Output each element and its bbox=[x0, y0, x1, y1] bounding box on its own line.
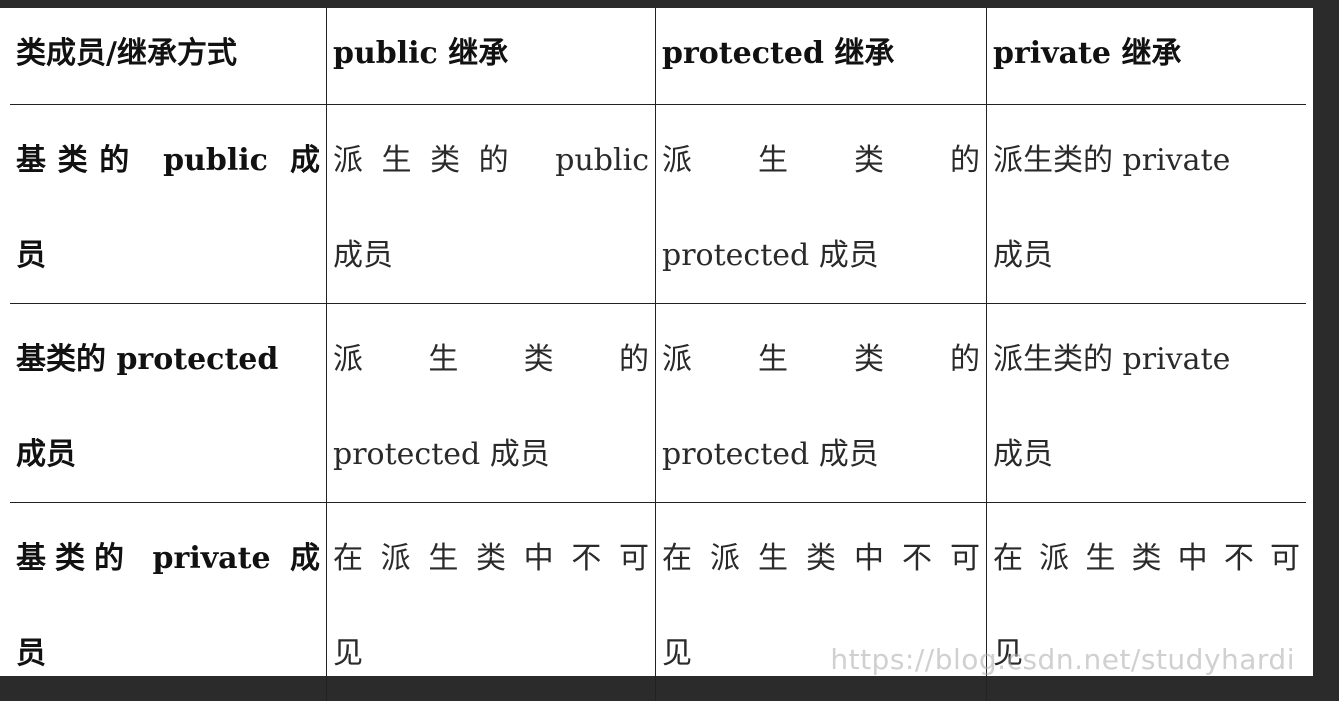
row-head-base-protected: 基类的 protected 成员 bbox=[10, 304, 327, 503]
table-row-base-protected: 基类的 protected 成员 派 生 类 的 protected 成员 派 … bbox=[10, 304, 1306, 503]
inheritance-access-table: 类成员/继承方式 public 继承 protected 继承 private … bbox=[10, 8, 1306, 701]
cell-line-2: protected 成员 bbox=[662, 238, 879, 273]
cell-line-1: 派生类的 private bbox=[993, 143, 1230, 178]
cell-line-2: protected 成员 bbox=[333, 437, 550, 472]
cell-base-protected-private-inheritance: 派生类的 private 成员 bbox=[987, 304, 1307, 503]
cell-line-1: 在派生类中不可 bbox=[993, 511, 1300, 606]
cell-line-1: 在派生类中不可 bbox=[662, 511, 980, 606]
cell-line-1: 在派生类中不可 bbox=[333, 511, 649, 606]
row-head-line-2: 员 bbox=[16, 238, 46, 273]
cell-line-2: 成员 bbox=[993, 437, 1053, 472]
cell-base-public-private-inheritance: 派生类的 private 成员 bbox=[987, 105, 1307, 304]
table-row-base-public: 基类的 public 成 员 派生类的 public 成员 派 生 类 的 pr… bbox=[10, 105, 1306, 304]
row-head-line-1: 基类的 private 成 bbox=[16, 511, 320, 606]
cell-base-protected-protected-inheritance: 派 生 类 的 protected 成员 bbox=[656, 304, 987, 503]
cell-line-1: 派 生 类 的 bbox=[662, 312, 980, 407]
header-cell-protected-inheritance: protected 继承 bbox=[656, 8, 987, 105]
header-cell-public-inheritance: public 继承 bbox=[327, 8, 656, 105]
cell-base-public-public-inheritance: 派生类的 public 成员 bbox=[327, 105, 656, 304]
cell-line-1: 派生类的 public bbox=[333, 113, 649, 208]
cell-line-2: protected 成员 bbox=[662, 437, 879, 472]
cell-base-protected-public-inheritance: 派 生 类 的 protected 成员 bbox=[327, 304, 656, 503]
header-cell-private-inheritance: private 继承 bbox=[987, 8, 1307, 105]
cell-line-2: 见 bbox=[333, 636, 363, 671]
cell-line-2: 成员 bbox=[993, 238, 1053, 273]
row-head-base-private: 基类的 private 成 员 bbox=[10, 503, 327, 701]
row-head-line-1: 基类的 protected bbox=[16, 342, 278, 377]
document-sheet: 类成员/继承方式 public 继承 protected 继承 private … bbox=[0, 8, 1313, 676]
row-head-base-public: 基类的 public 成 员 bbox=[10, 105, 327, 304]
cell-line-1: 派 生 类 的 bbox=[333, 312, 649, 407]
header-cell-member-inheritance: 类成员/继承方式 bbox=[10, 8, 327, 105]
blog-watermark: https://blog.csdn.net/studyhardi bbox=[830, 643, 1295, 676]
cell-line-1: 派 生 类 的 bbox=[662, 113, 980, 208]
cell-base-public-protected-inheritance: 派 生 类 的 protected 成员 bbox=[656, 105, 987, 304]
table-header-row: 类成员/继承方式 public 继承 protected 继承 private … bbox=[10, 8, 1306, 105]
row-head-line-1: 基类的 public 成 bbox=[16, 113, 320, 208]
row-head-line-2: 员 bbox=[16, 636, 46, 671]
cell-base-private-public-inheritance: 在派生类中不可 见 bbox=[327, 503, 656, 701]
row-head-line-2: 成员 bbox=[16, 437, 76, 472]
cell-line-2: 见 bbox=[662, 636, 692, 671]
cell-line-2: 成员 bbox=[333, 238, 393, 273]
cell-line-1: 派生类的 private bbox=[993, 342, 1230, 377]
